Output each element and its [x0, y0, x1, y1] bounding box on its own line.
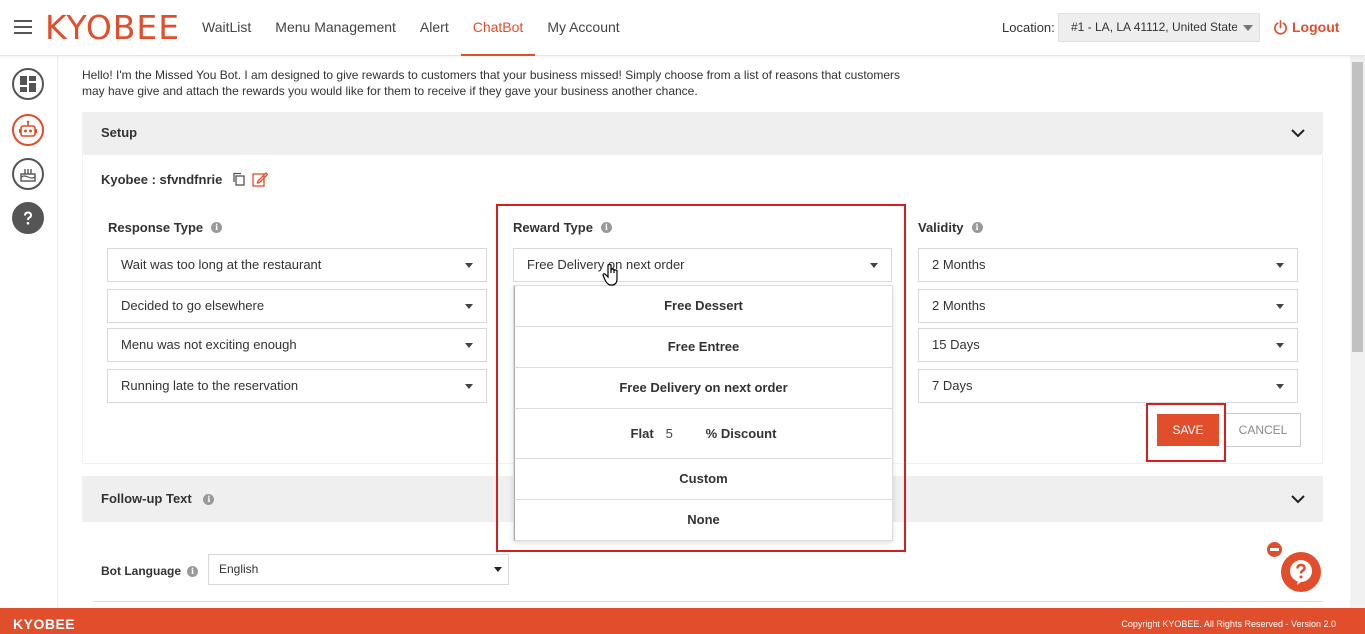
- chevron-down-icon: [870, 263, 878, 268]
- cake-icon: [20, 169, 36, 182]
- chevron-down-icon: [1291, 129, 1305, 138]
- left-sidebar: [0, 56, 58, 608]
- dropdown-option-free-dessert[interactable]: Free Dessert: [514, 286, 892, 327]
- bot-language-label-text: Bot Language: [101, 564, 181, 578]
- bot-language-label: Bot Language i: [101, 564, 198, 578]
- question-icon: [1290, 560, 1312, 585]
- sidebar-item-dashboard[interactable]: [12, 68, 44, 100]
- kyobee-logo[interactable]: KYOBEE: [45, 8, 180, 47]
- info-icon[interactable]: i: [187, 565, 198, 577]
- location-select[interactable]: #1 - LA, LA 41112, United States: [1058, 13, 1260, 42]
- chevron-down-icon: [465, 304, 473, 309]
- response-select-4[interactable]: Running late to the reservation: [107, 369, 487, 403]
- power-icon: [1274, 19, 1287, 35]
- response-select-3[interactable]: Menu was not exciting enough: [107, 328, 487, 362]
- validity-value: 15 Days: [932, 337, 980, 352]
- chevron-down-icon: [1276, 263, 1284, 268]
- hand-cursor-icon: [602, 263, 618, 286]
- bot-name: Kyobee : sfvndfnrie: [101, 171, 223, 187]
- help-chat-button[interactable]: [1281, 552, 1321, 592]
- hamburger-menu-icon[interactable]: [14, 20, 32, 34]
- chevron-down-icon: [1291, 495, 1305, 504]
- chevron-down-icon: [1276, 304, 1284, 309]
- reward-select-1[interactable]: Free Delivery on next order: [513, 248, 892, 282]
- validity-select-2[interactable]: 2 Months: [918, 289, 1298, 323]
- reward-type-dropdown: Free Dessert Free Entree Free Delivery o…: [513, 285, 893, 541]
- setup-header[interactable]: Setup: [82, 112, 1323, 154]
- remove-icon[interactable]: [1267, 542, 1282, 557]
- nav-waitlist[interactable]: WaitList: [190, 0, 263, 56]
- dropdown-option-free-entree[interactable]: Free Entree: [514, 327, 892, 368]
- response-value: Menu was not exciting enough: [121, 337, 297, 352]
- flat-discount-input[interactable]: 5: [654, 426, 706, 441]
- validity-label: Validity i: [918, 220, 983, 235]
- response-select-1[interactable]: Wait was too long at the restaurant: [107, 248, 487, 282]
- copy-icon[interactable]: [232, 172, 246, 186]
- validity-value: 2 Months: [932, 298, 986, 313]
- chevron-down-icon: [494, 567, 502, 572]
- logout-button[interactable]: Logout: [1273, 19, 1339, 35]
- response-value: Running late to the reservation: [121, 378, 299, 393]
- followup-title: Follow-up Text: [101, 491, 192, 506]
- flat-label: Flat: [630, 426, 654, 441]
- chevron-down-icon: [1276, 384, 1284, 389]
- dropdown-option-flat-discount[interactable]: Flat 5 % Discount: [514, 409, 892, 459]
- discount-suffix: % Discount: [705, 426, 777, 441]
- save-button[interactable]: SAVE: [1157, 414, 1219, 446]
- logout-label: Logout: [1292, 19, 1340, 35]
- reward-type-label: Reward Type i: [513, 220, 612, 235]
- scrollbar-thumb[interactable]: [1352, 62, 1363, 352]
- validity-select-1[interactable]: 2 Months: [918, 248, 1298, 282]
- dropdown-option-none[interactable]: None: [514, 500, 892, 541]
- intro-text: Hello! I'm the Missed You Bot. I am desi…: [82, 68, 900, 98]
- validity-label-text: Validity: [918, 220, 964, 235]
- setup-title: Setup: [101, 125, 138, 140]
- dashboard-icon: [20, 76, 36, 92]
- main-nav: WaitList Menu Management Alert ChatBot M…: [190, 0, 632, 56]
- validity-select-4[interactable]: 7 Days: [918, 369, 1298, 403]
- nav-my-account[interactable]: My Account: [535, 0, 631, 56]
- cancel-button[interactable]: CANCEL: [1225, 413, 1301, 447]
- response-value: Decided to go elsewhere: [121, 298, 265, 313]
- sidebar-item-help[interactable]: [12, 202, 44, 234]
- top-navbar: KYOBEE WaitList Menu Management Alert Ch…: [0, 0, 1365, 56]
- bot-name-row: Kyobee : sfvndfnrie: [101, 171, 269, 187]
- divider: [93, 601, 1323, 602]
- nav-alert[interactable]: Alert: [408, 0, 461, 56]
- bot-language-value: English: [219, 562, 259, 576]
- chevron-down-icon: [465, 263, 473, 268]
- location-value: #1 - LA, LA 41112, United States: [1071, 20, 1237, 34]
- info-icon[interactable]: i: [971, 222, 983, 233]
- location-label: Location:: [1002, 20, 1055, 35]
- question-icon: [24, 211, 33, 225]
- chevron-down-icon: [465, 384, 473, 389]
- bot-language-select[interactable]: English: [208, 554, 509, 585]
- nav-menu-management[interactable]: Menu Management: [263, 0, 408, 56]
- main-content: Hello! I'm the Missed You Bot. I am desi…: [58, 56, 1350, 608]
- chevron-down-icon: [1276, 343, 1284, 348]
- validity-value: 2 Months: [932, 257, 986, 272]
- footer-copyright: Copyright KYOBEE. All Rights Reserved - …: [1121, 619, 1336, 629]
- footer-logo: KYOBEE: [13, 616, 76, 632]
- sidebar-item-chatbot[interactable]: [12, 114, 44, 146]
- response-select-2[interactable]: Decided to go elsewhere: [107, 289, 487, 323]
- validity-select-3[interactable]: 15 Days: [918, 328, 1298, 362]
- info-icon[interactable]: i: [203, 494, 215, 506]
- robot-icon: [19, 120, 37, 137]
- validity-value: 7 Days: [932, 378, 973, 393]
- footer: KYOBEE Copyright KYOBEE. All Rights Rese…: [0, 608, 1365, 634]
- reward-type-label-text: Reward Type: [513, 220, 593, 235]
- info-icon[interactable]: i: [211, 222, 223, 233]
- response-type-label: Response Type i: [108, 220, 223, 235]
- chevron-down-icon: [465, 343, 473, 348]
- sidebar-item-birthday[interactable]: [12, 158, 44, 190]
- response-type-label-text: Response Type: [108, 220, 204, 235]
- dropdown-option-free-delivery[interactable]: Free Delivery on next order: [514, 368, 892, 409]
- info-icon[interactable]: i: [600, 222, 612, 233]
- response-value: Wait was too long at the restaurant: [121, 257, 322, 272]
- chevron-down-icon: [1243, 25, 1253, 31]
- dropdown-option-custom[interactable]: Custom: [514, 459, 892, 500]
- nav-chatbot[interactable]: ChatBot: [460, 0, 536, 56]
- edit-icon[interactable]: [252, 171, 269, 187]
